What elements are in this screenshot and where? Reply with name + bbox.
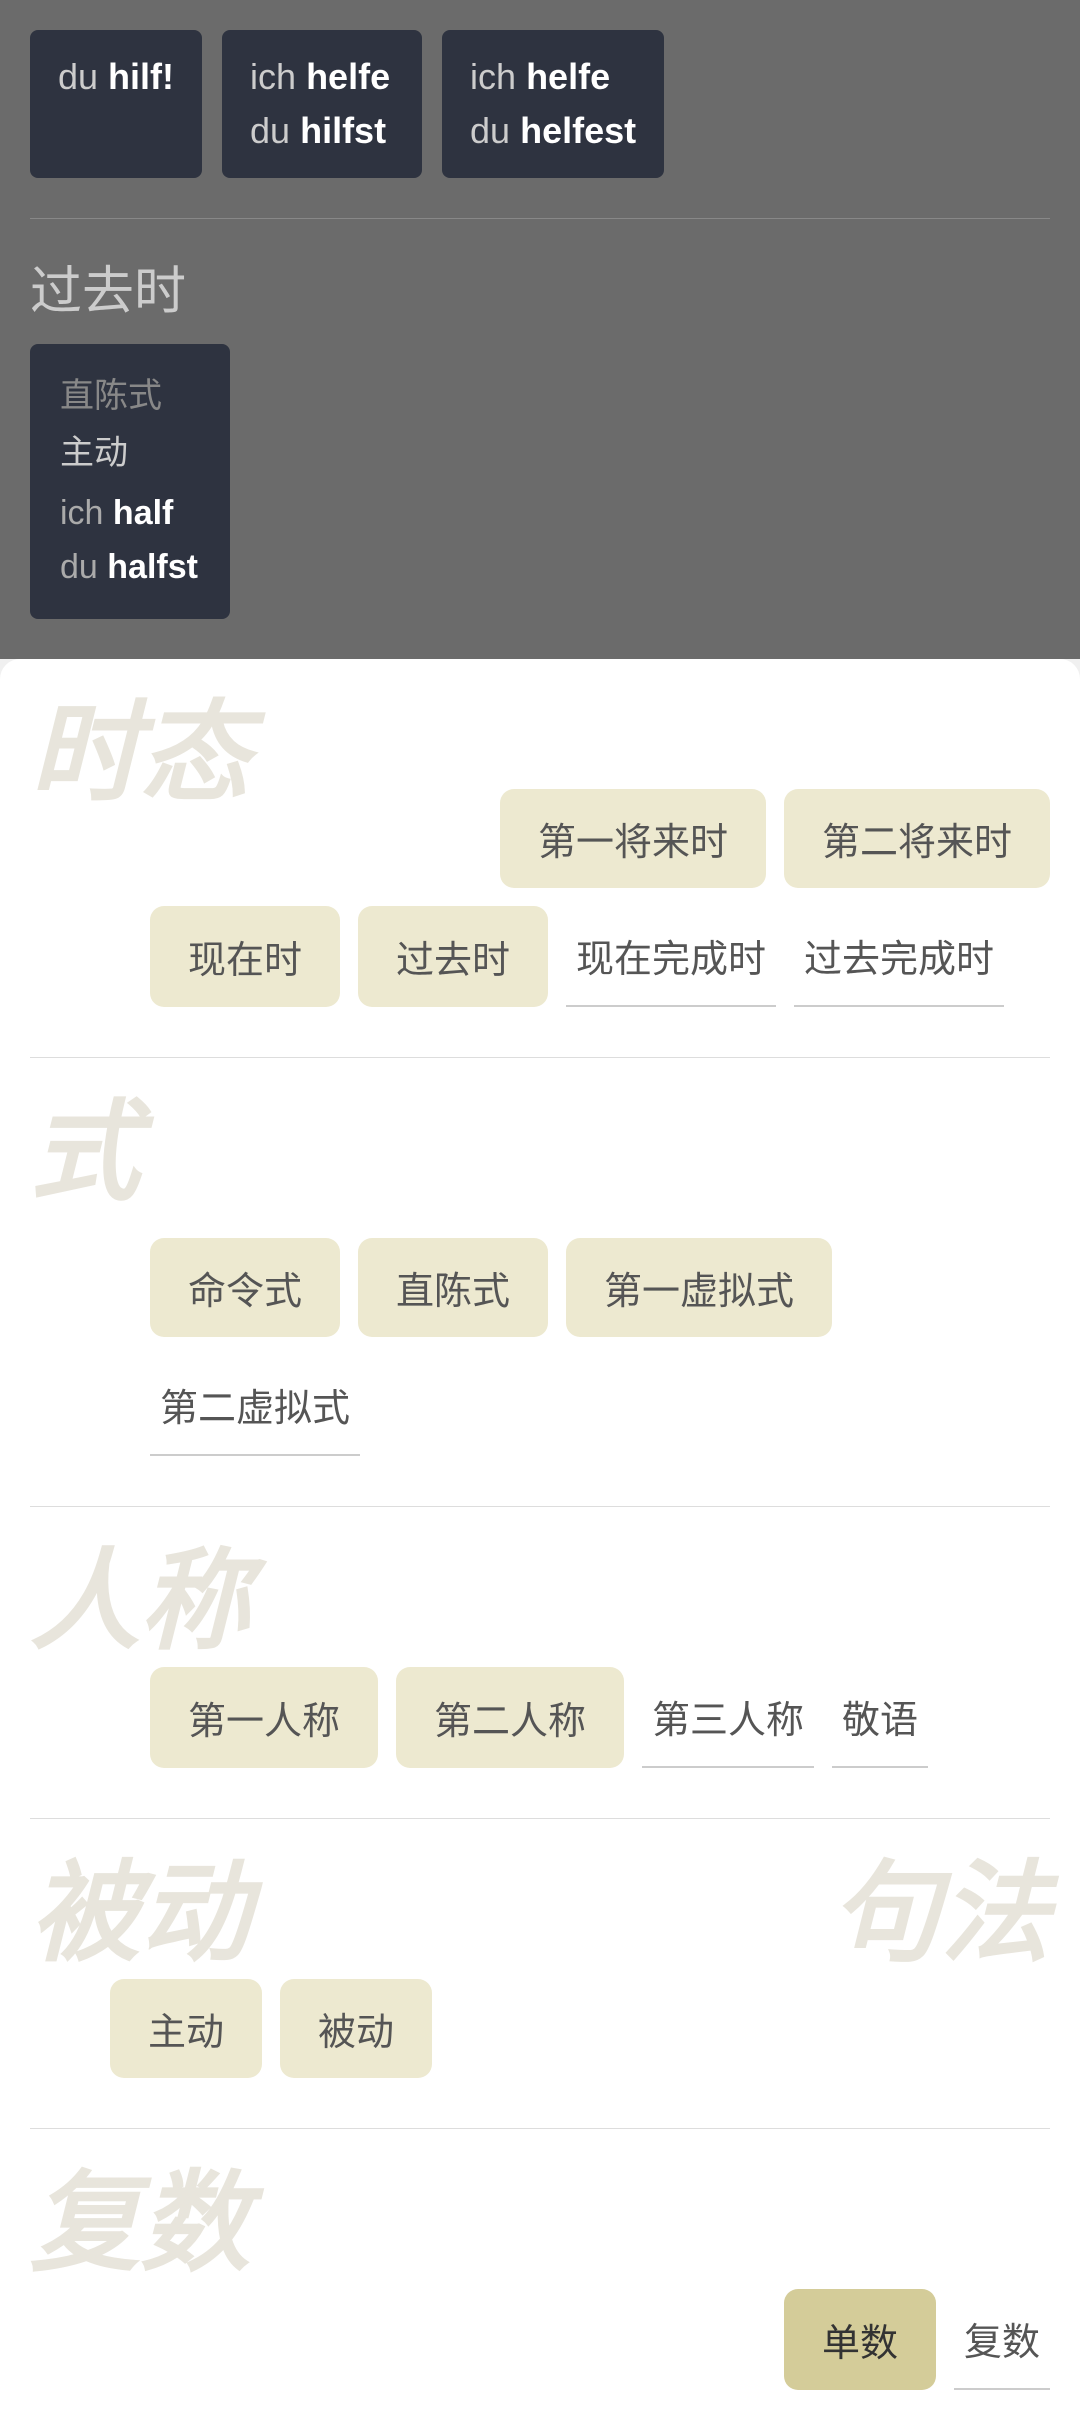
past-pronoun2: du — [60, 548, 107, 586]
mode-btn-subjunctive2[interactable]: 第二虚拟式 — [150, 1355, 360, 1456]
person-btn-second[interactable]: 第二人称 — [396, 1667, 624, 1768]
tense-filter-group: 时态 第一将来时 第二将来时 现在时 过去时 现在完成时 过去完成时 — [30, 699, 1050, 1007]
tense-btn-past[interactable]: 过去时 — [358, 906, 548, 1007]
filter-section: 时态 第一将来时 第二将来时 现在时 过去时 现在完成时 过去完成时 式 命令式… — [0, 659, 1080, 2430]
top-divider — [30, 218, 1050, 219]
past-verb-forms: ich half du halfst — [60, 486, 200, 595]
past-tense-block[interactable]: 直陈式 主动 ich half du halfst — [30, 344, 230, 619]
syntax-bg-label: 句法 — [540, 1859, 1050, 1969]
tense-divider — [30, 1057, 1050, 1058]
mode-filter-group: 式 命令式 直陈式 第一虚拟式 第二虚拟式 — [30, 1098, 1050, 1456]
voice-bg-label: 被动 — [30, 1859, 540, 1969]
person-bg-label: 人称 — [30, 1547, 1050, 1657]
card1-pronoun: du — [58, 56, 108, 97]
voice-part: 被动 主动 被动 — [30, 1859, 540, 2078]
card3-verb2: helfest — [520, 110, 636, 151]
past-verb1: half — [113, 494, 173, 532]
number-bg-label: 复数 — [30, 2169, 1050, 2279]
verb-card-2[interactable]: ich helfe du hilfst — [222, 30, 422, 178]
card2-verb2: hilfst — [300, 110, 386, 151]
card3-verb1: helfe — [526, 56, 610, 97]
past-pronoun1: ich — [60, 494, 113, 532]
verb-card-3[interactable]: ich helfe du helfest — [442, 30, 664, 178]
number-buttons: 单数 复数 — [30, 2289, 1050, 2390]
number-btn-singular[interactable]: 单数 — [784, 2289, 936, 2390]
verb-cards-row: du hilf! ich helfe du hilfst ich helfe d… — [30, 20, 1050, 178]
voice-divider — [30, 2128, 1050, 2129]
person-btn-third[interactable]: 第三人称 — [642, 1667, 814, 1768]
card1-verb: hilf! — [108, 56, 174, 97]
person-buttons: 第一人称 第二人称 第三人称 敬语 — [30, 1667, 1050, 1768]
mode-btn-imperative[interactable]: 命令式 — [150, 1238, 340, 1337]
verb-card-1[interactable]: du hilf! — [30, 30, 202, 178]
mode-btn-indicative[interactable]: 直陈式 — [358, 1238, 548, 1337]
card3-pronoun1: ich — [470, 56, 526, 97]
number-filter-group: 复数 单数 复数 — [30, 2169, 1050, 2390]
tense-bottom-row: 现在时 过去时 现在完成时 过去完成时 — [30, 906, 1050, 1007]
top-section: du hilf! ich helfe du hilfst ich helfe d… — [0, 0, 1080, 659]
past-voice-label: 主动 — [60, 425, 200, 474]
past-mode-label: 直陈式 — [60, 368, 200, 417]
voice-buttons: 主动 被动 — [30, 1979, 540, 2078]
voice-btn-active[interactable]: 主动 — [110, 1979, 262, 2078]
syntax-part: 句法 — [540, 1859, 1050, 2078]
person-btn-polite[interactable]: 敬语 — [832, 1667, 928, 1768]
tense-btn-future2[interactable]: 第二将来时 — [784, 789, 1050, 888]
voice-syntax-section: 被动 主动 被动 句法 — [30, 1859, 1050, 2078]
card3-pronoun2: du — [470, 110, 520, 151]
person-filter-group: 人称 第一人称 第二人称 第三人称 敬语 — [30, 1547, 1050, 1768]
card2-pronoun1: ich — [250, 56, 306, 97]
tense-btn-future1[interactable]: 第一将来时 — [500, 789, 766, 888]
past-tense-title: 过去时 — [30, 249, 1050, 324]
tense-rows: 第一将来时 第二将来时 现在时 过去时 现在完成时 过去完成时 — [30, 789, 1050, 1007]
tense-top-row: 第一将来时 第二将来时 — [30, 789, 1050, 888]
mode-bg-label: 式 — [30, 1098, 1050, 1208]
tense-btn-present-perfect[interactable]: 现在完成时 — [566, 906, 776, 1007]
voice-btn-passive[interactable]: 被动 — [280, 1979, 432, 2078]
number-btn-plural[interactable]: 复数 — [954, 2289, 1050, 2390]
person-divider — [30, 1818, 1050, 1819]
past-verb2: halfst — [107, 548, 198, 586]
person-btn-first[interactable]: 第一人称 — [150, 1667, 378, 1768]
mode-btn-subjunctive1[interactable]: 第一虚拟式 — [566, 1238, 832, 1337]
tense-btn-present[interactable]: 现在时 — [150, 906, 340, 1007]
card2-pronoun2: du — [250, 110, 300, 151]
tense-btn-past-perfect[interactable]: 过去完成时 — [794, 906, 1004, 1007]
mode-divider — [30, 1506, 1050, 1507]
card2-verb1: helfe — [306, 56, 390, 97]
mode-buttons: 命令式 直陈式 第一虚拟式 第二虚拟式 — [30, 1238, 1050, 1456]
